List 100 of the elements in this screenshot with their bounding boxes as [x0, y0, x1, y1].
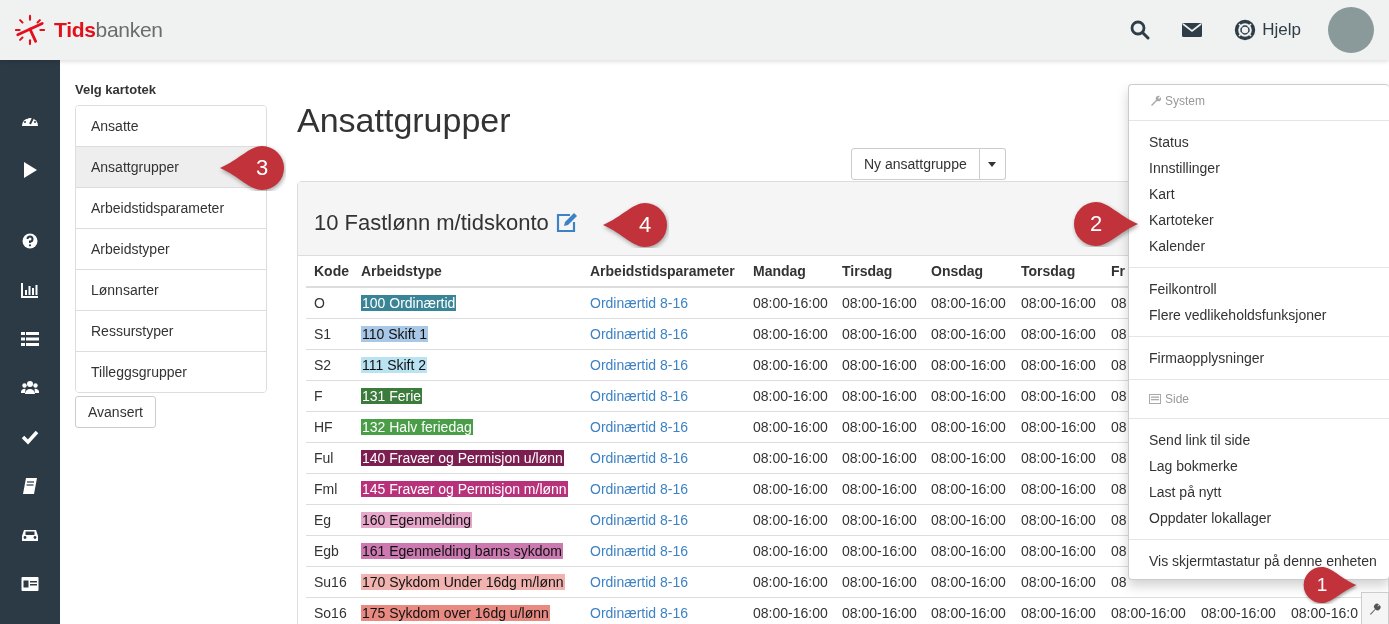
table-cell: Ful [306, 442, 353, 474]
table-cell: 08:00-16:00 [1103, 597, 1193, 624]
parameter-link[interactable]: Ordinærtid 8-16 [590, 388, 689, 404]
callout-marker: 2 [1072, 201, 1140, 247]
wrench-icon [1369, 603, 1381, 615]
menu-item[interactable]: Status [1129, 129, 1389, 155]
caret-icon [988, 161, 997, 167]
parameter-link[interactable]: Ordinærtid 8-16 [590, 326, 689, 342]
table-cell: O [306, 287, 353, 319]
column-header: Arbeidstype [353, 256, 582, 287]
book-icon[interactable] [21, 477, 39, 495]
table-cell: 08:00-16:00 [745, 535, 834, 567]
edit-icon[interactable] [554, 211, 579, 234]
new-group-button[interactable]: Ny ansattgruppe [851, 148, 980, 180]
parameter-link[interactable]: Ordinærtid 8-16 [590, 295, 689, 311]
table-cell: 08:00-16:00 [1013, 566, 1103, 598]
lifebuoy-icon [1234, 19, 1257, 41]
list-icon [1149, 393, 1161, 405]
table-cell: So16 [306, 597, 353, 624]
column-header: Kode [306, 256, 353, 287]
help-icon[interactable] [21, 232, 39, 250]
table-cell: 08:00-16:00 [1013, 442, 1103, 474]
parameter-link[interactable]: Ordinærtid 8-16 [590, 419, 689, 435]
table-cell: 08:00-16:00 [834, 318, 923, 350]
table-cell: 08:00-16:00 [1013, 287, 1103, 319]
table-cell: 08:00-16:00 [834, 349, 923, 381]
parameter-link[interactable]: Ordinærtid 8-16 [590, 357, 689, 373]
table-cell: 08:00-16:00 [1013, 380, 1103, 412]
menu-section-title: System [1165, 94, 1205, 108]
page-title: Ansattgrupper [297, 100, 511, 140]
table-cell: Su16 [306, 566, 353, 598]
parameter-link[interactable]: Ordinærtid 8-16 [590, 481, 689, 497]
table-cell: 08:00-16:00 [745, 380, 834, 412]
table-cell: 08:00-16:00 [923, 535, 1013, 567]
table-cell: S1 [306, 318, 353, 350]
work-type-tag: 131 Ferie [361, 388, 423, 404]
table-cell: 08:00-16:00 [745, 411, 834, 443]
play-icon[interactable] [21, 161, 39, 179]
table-cell: 08:00-16:00 [745, 504, 834, 536]
work-type-tag: 140 Fravær og Permisjon u/lønn [361, 450, 564, 466]
work-type-tag: 145 Fravær og Permisjon m/lønn [361, 481, 568, 497]
work-type-tag: 111 Skift 2 [361, 357, 428, 373]
logo-text: Tidsbanken [54, 18, 163, 42]
work-type-tag: 132 Halv feriedag [361, 419, 473, 435]
table-cell: 08:00-16:00 [834, 442, 923, 474]
column-header: Arbeidstidsparameter [582, 256, 745, 287]
table-cell: 08:00-16:00 [745, 566, 834, 598]
table-cell: 08:00-16:00 [923, 566, 1013, 598]
table-cell: 08:00-16:00 [834, 473, 923, 505]
mail-icon[interactable] [1182, 20, 1203, 40]
menu-item[interactable]: Innstillinger [1129, 155, 1389, 181]
table-cell: 08:00-16:00 [923, 380, 1013, 412]
table-cell: 08:00-16:00 [1013, 349, 1103, 381]
parameter-link[interactable]: Ordinærtid 8-16 [590, 512, 689, 528]
wrench-icon [1149, 95, 1161, 107]
table-cell: F [306, 380, 353, 412]
column-header: Mandag [745, 256, 834, 287]
callout-marker: 4 [601, 202, 669, 248]
table-cell: 08:00-16:00 [923, 504, 1013, 536]
tools-button[interactable] [1361, 592, 1389, 624]
table-cell: 08:00-16:00 [745, 318, 834, 350]
section-title: Velg kartotek [75, 82, 157, 97]
bar-chart-icon[interactable] [21, 281, 39, 299]
parameter-link[interactable]: Ordinærtid 8-16 [590, 574, 689, 590]
table-cell: S2 [306, 349, 353, 381]
list-icon[interactable] [21, 330, 39, 348]
column-header: Onsdag [923, 256, 1013, 287]
table-cell: 08:00-16:00 [1013, 597, 1103, 624]
table-cell: HF [306, 411, 353, 443]
parameter-link[interactable]: Ordinærtid 8-16 [590, 543, 689, 559]
parameter-link[interactable]: Ordinærtid 8-16 [590, 450, 689, 466]
callout-marker: 3 [218, 145, 286, 191]
user-avatar[interactable] [1328, 7, 1374, 53]
work-type-tag: 160 Egenmelding [361, 512, 472, 528]
table-cell: 08:00-16:00 [923, 411, 1013, 443]
table-cell: Eg [306, 504, 353, 536]
table-cell: Fml [306, 473, 353, 505]
catalog-item[interactable]: Tilleggsgrupper [76, 351, 266, 392]
table-cell: 08:00-16:00 [745, 287, 834, 319]
search-icon[interactable] [1130, 20, 1151, 40]
work-type-tag: 100 Ordinærtid [361, 295, 457, 311]
table-cell: 08:00-16:00 [923, 349, 1013, 381]
table-cell: 08:00-16:00 [1013, 411, 1103, 443]
work-type-tag: 110 Skift 1 [361, 326, 429, 342]
checkmark-icon[interactable] [21, 428, 39, 446]
table-cell: 08:00-16:00 [923, 318, 1013, 350]
users-icon[interactable] [21, 379, 39, 397]
table-cell: 08:00-16:00 [923, 442, 1013, 474]
dropdown-toggle[interactable] [979, 148, 1006, 180]
parameter-link[interactable]: Ordinærtid 8-16 [590, 605, 689, 621]
work-type-tag: 161 Egenmelding barns sykdom [361, 543, 563, 559]
column-header: Torsdag [1013, 256, 1103, 287]
table-cell: 08:00-16:00 [834, 411, 923, 443]
help-link[interactable]: Hjelp [1234, 19, 1301, 41]
table-cell: 08:00-16:00 [834, 380, 923, 412]
column-header: Tirsdag [834, 256, 923, 287]
callout-marker: 1 [1302, 566, 1358, 604]
table-cell: 08:00-16:00 [1013, 473, 1103, 505]
id-card-icon[interactable] [21, 575, 39, 593]
advanced-button[interactable]: Avansert [75, 396, 156, 428]
